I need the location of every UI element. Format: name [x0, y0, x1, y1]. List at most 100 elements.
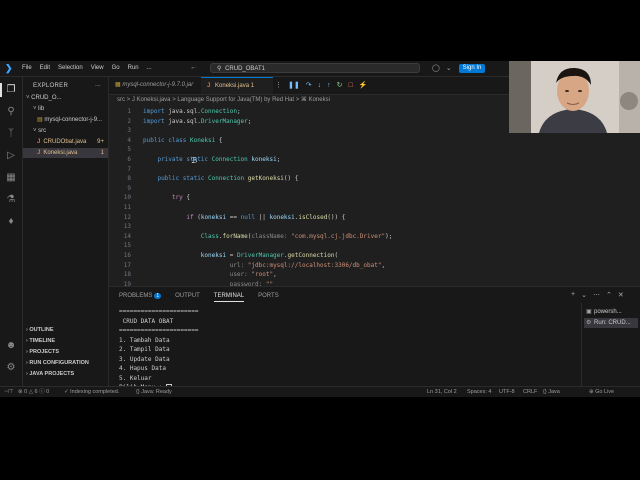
- drag-handle-icon[interactable]: ⋮: [275, 77, 282, 94]
- menu-selection[interactable]: Selection: [58, 65, 83, 71]
- line-number: 2: [127, 117, 131, 125]
- code-text: Class.forName(className: "com.mysql.cj.j…: [200, 232, 393, 240]
- pause-icon[interactable]: ❚❚: [288, 77, 300, 94]
- extensions-icon[interactable]: ▦: [4, 171, 18, 185]
- command-center-search[interactable]: ⚲ CRUD_OBAT1: [210, 63, 420, 73]
- hot-code-replace-icon[interactable]: ⚡: [359, 77, 368, 94]
- terminal-list: ▣ powersh... ⚙ Run: CRUD...: [581, 303, 640, 387]
- close-icon[interactable]: ✕: [618, 291, 624, 299]
- tab-terminal[interactable]: TERMINAL: [213, 293, 245, 302]
- tab-problems[interactable]: PROBLEMS 1: [119, 293, 162, 302]
- explorer-more-button[interactable]: ...: [95, 81, 101, 88]
- terminal-list-item[interactable]: ⚙ Run: CRUD...: [584, 318, 638, 328]
- file-tree-item[interactable]: ˅ src: [23, 126, 108, 136]
- python-icon[interactable]: ♦: [4, 215, 18, 229]
- cursor-position[interactable]: Ln 31, Col 2: [427, 387, 457, 397]
- terminal-line: 3. Update Data: [119, 355, 170, 365]
- back-arrow-icon[interactable]: ←: [190, 64, 197, 71]
- step-into-icon[interactable]: ↓: [318, 77, 322, 94]
- source-control-icon[interactable]: ᛉ: [4, 127, 18, 141]
- problems-status[interactable]: ⊗ 0 △ 6 ⓘ 0: [18, 387, 49, 397]
- menu-run[interactable]: Run: [128, 65, 139, 71]
- tree-item-label: CRUD_O...: [31, 95, 62, 101]
- info-icon: ⓘ: [39, 389, 45, 395]
- breadcrumb[interactable]: src > J Koneksi.java > Language Support …: [117, 96, 330, 103]
- remote-icon[interactable]: ⊣⊤: [4, 387, 14, 397]
- indexing-status[interactable]: ✓ Indexing completed.: [64, 387, 119, 397]
- line-number: 15: [123, 242, 131, 250]
- line-number: 4: [127, 136, 131, 144]
- terminal-list-item[interactable]: ▣ powersh...: [584, 307, 638, 317]
- step-over-icon[interactable]: ↷: [306, 77, 312, 94]
- terminal-output[interactable]: ====================== CRUD DATA OBAT ===…: [119, 307, 569, 392]
- tree-item-label: Koneksi.java: [43, 150, 78, 156]
- testing-icon[interactable]: ⚗: [4, 193, 18, 207]
- explorer-section-header[interactable]: › PROJECTS: [23, 347, 108, 357]
- java-status[interactable]: {} Java: Ready: [136, 387, 172, 397]
- explorer-section-header[interactable]: › OUTLINE: [23, 325, 108, 335]
- explorer-section-header[interactable]: › JAVA PROJECTS: [23, 369, 108, 379]
- code-text: user: "root",: [229, 271, 277, 279]
- search-icon: ⚲: [217, 66, 222, 72]
- braces-icon: {}: [543, 389, 547, 395]
- tab-koneksi-java[interactable]: J Koneksi.java 1: [201, 77, 273, 94]
- new-terminal-icon[interactable]: +: [571, 291, 575, 299]
- menu-edit[interactable]: Edit: [40, 65, 50, 71]
- line-number: 8: [127, 175, 131, 183]
- tab-output[interactable]: OUTPUT: [175, 293, 200, 302]
- terminal-text: 1. Tambah Data: [119, 336, 170, 344]
- code-text: try {: [171, 194, 190, 202]
- powershell-icon: ▣: [586, 309, 592, 315]
- search-icon[interactable]: ⚲: [4, 105, 18, 119]
- file-tree-item[interactable]: ˅ lib: [23, 104, 108, 114]
- tree-item-label: lib: [38, 106, 45, 112]
- gear-icon[interactable]: ⚙: [4, 361, 18, 375]
- check-icon: ✓: [64, 389, 69, 395]
- menu-view[interactable]: View: [91, 65, 104, 71]
- maximize-icon[interactable]: ⌃: [606, 291, 612, 299]
- file-tree-item[interactable]: J CRUDObat.java 9+: [23, 137, 108, 147]
- more-icon[interactable]: ⋯: [593, 291, 600, 299]
- terminal-text: 3. Update Data: [119, 355, 170, 363]
- explorer-icon[interactable]: ❐: [0, 83, 18, 97]
- chevron-down-icon[interactable]: ⌄: [581, 291, 587, 299]
- step-out-icon[interactable]: ↑: [327, 77, 331, 94]
- language-mode[interactable]: {} Java: [543, 387, 560, 397]
- menu-go[interactable]: Go: [112, 65, 120, 71]
- explorer-section-header[interactable]: › RUN CONFIGURATION: [23, 358, 108, 368]
- explorer-section-header[interactable]: › TIMELINE: [23, 336, 108, 346]
- file-tree-item[interactable]: ˅ CRUD_O...: [23, 93, 108, 103]
- error-icon: ⊗: [18, 389, 23, 395]
- line-number: 10: [123, 194, 131, 202]
- code-text: url: "jdbc:mysql://localhost:3306/db_oba…: [229, 261, 386, 269]
- indentation[interactable]: Spaces: 4: [467, 387, 491, 397]
- sign-in-button[interactable]: Sign In: [459, 64, 485, 73]
- encoding[interactable]: UTF-8: [499, 387, 515, 397]
- line-ending[interactable]: CRLF: [523, 387, 537, 397]
- tab-label: PROBLEMS: [119, 293, 153, 299]
- file-tree-item[interactable]: ▤ mysql-connector-j-9...: [23, 115, 108, 125]
- account-icon[interactable]: ☻: [4, 339, 18, 353]
- warning-count: 6: [34, 389, 38, 395]
- menu-more[interactable]: ...: [147, 65, 152, 71]
- tab-mysql-connector[interactable]: ▦ mysql-connector-j-9.7.0.jar: [109, 77, 213, 94]
- code-editor[interactable]: ℬ 1 import java.sql.Connection; 2 import ja…: [109, 106, 509, 286]
- chevron-down-icon[interactable]: ⌄: [446, 64, 452, 72]
- error-count: 0: [24, 389, 28, 395]
- terminal-list-label: powersh...: [594, 309, 622, 315]
- menu-file[interactable]: File: [22, 65, 32, 71]
- file-tree-item[interactable]: J Koneksi.java 1: [23, 148, 108, 158]
- line-number: 11: [123, 204, 131, 211]
- stop-icon[interactable]: □: [348, 77, 352, 94]
- tree-item-label: mysql-connector-j-9...: [44, 117, 103, 123]
- broadcast-icon: ⊕: [589, 389, 594, 395]
- tree-item-label: CRUDObat.java: [43, 139, 87, 145]
- java-file-icon: J: [37, 139, 41, 145]
- tab-label: mysql-connector-j-9.7.0.jar: [122, 82, 194, 88]
- tab-ports[interactable]: PORTS: [258, 293, 279, 302]
- run-debug-icon[interactable]: ▷: [4, 149, 18, 163]
- copilot-icon[interactable]: ◯: [432, 64, 440, 72]
- go-live-button[interactable]: ⊕ Go Live: [589, 387, 614, 397]
- restart-icon[interactable]: ↻: [337, 77, 343, 94]
